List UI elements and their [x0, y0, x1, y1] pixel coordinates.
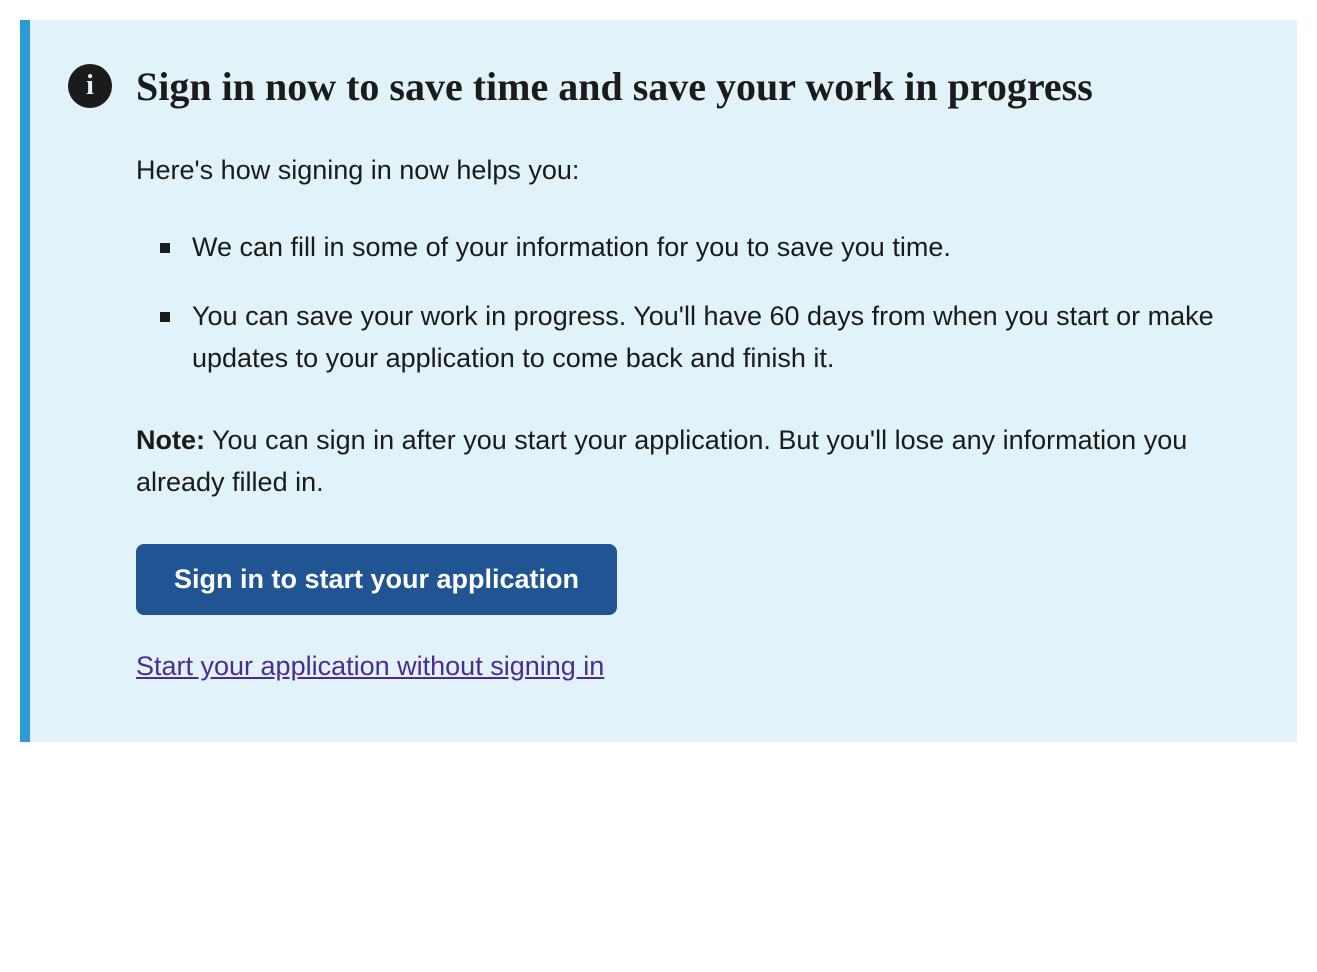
start-without-signin-link[interactable]: Start your application without signing i… — [136, 651, 604, 682]
alert-header: i Sign in now to save time and save your… — [68, 60, 1237, 114]
benefits-list: We can fill in some of your information … — [160, 227, 1237, 381]
info-alert-box: i Sign in now to save time and save your… — [20, 20, 1297, 742]
sign-in-button[interactable]: Sign in to start your application — [136, 544, 617, 615]
info-icon: i — [68, 64, 112, 108]
info-icon-glyph: i — [86, 70, 94, 102]
note-body: You can sign in after you start your app… — [136, 425, 1187, 497]
alert-content: Here's how signing in now helps you: We … — [136, 150, 1237, 682]
list-item: You can save your work in progress. You'… — [160, 296, 1237, 380]
intro-text: Here's how signing in now helps you: — [136, 150, 1237, 191]
alert-title: Sign in now to save time and save your w… — [136, 60, 1093, 114]
note-label: Note: — [136, 425, 205, 455]
list-item: We can fill in some of your information … — [160, 227, 1237, 269]
note-paragraph: Note: You can sign in after you start yo… — [136, 420, 1237, 504]
